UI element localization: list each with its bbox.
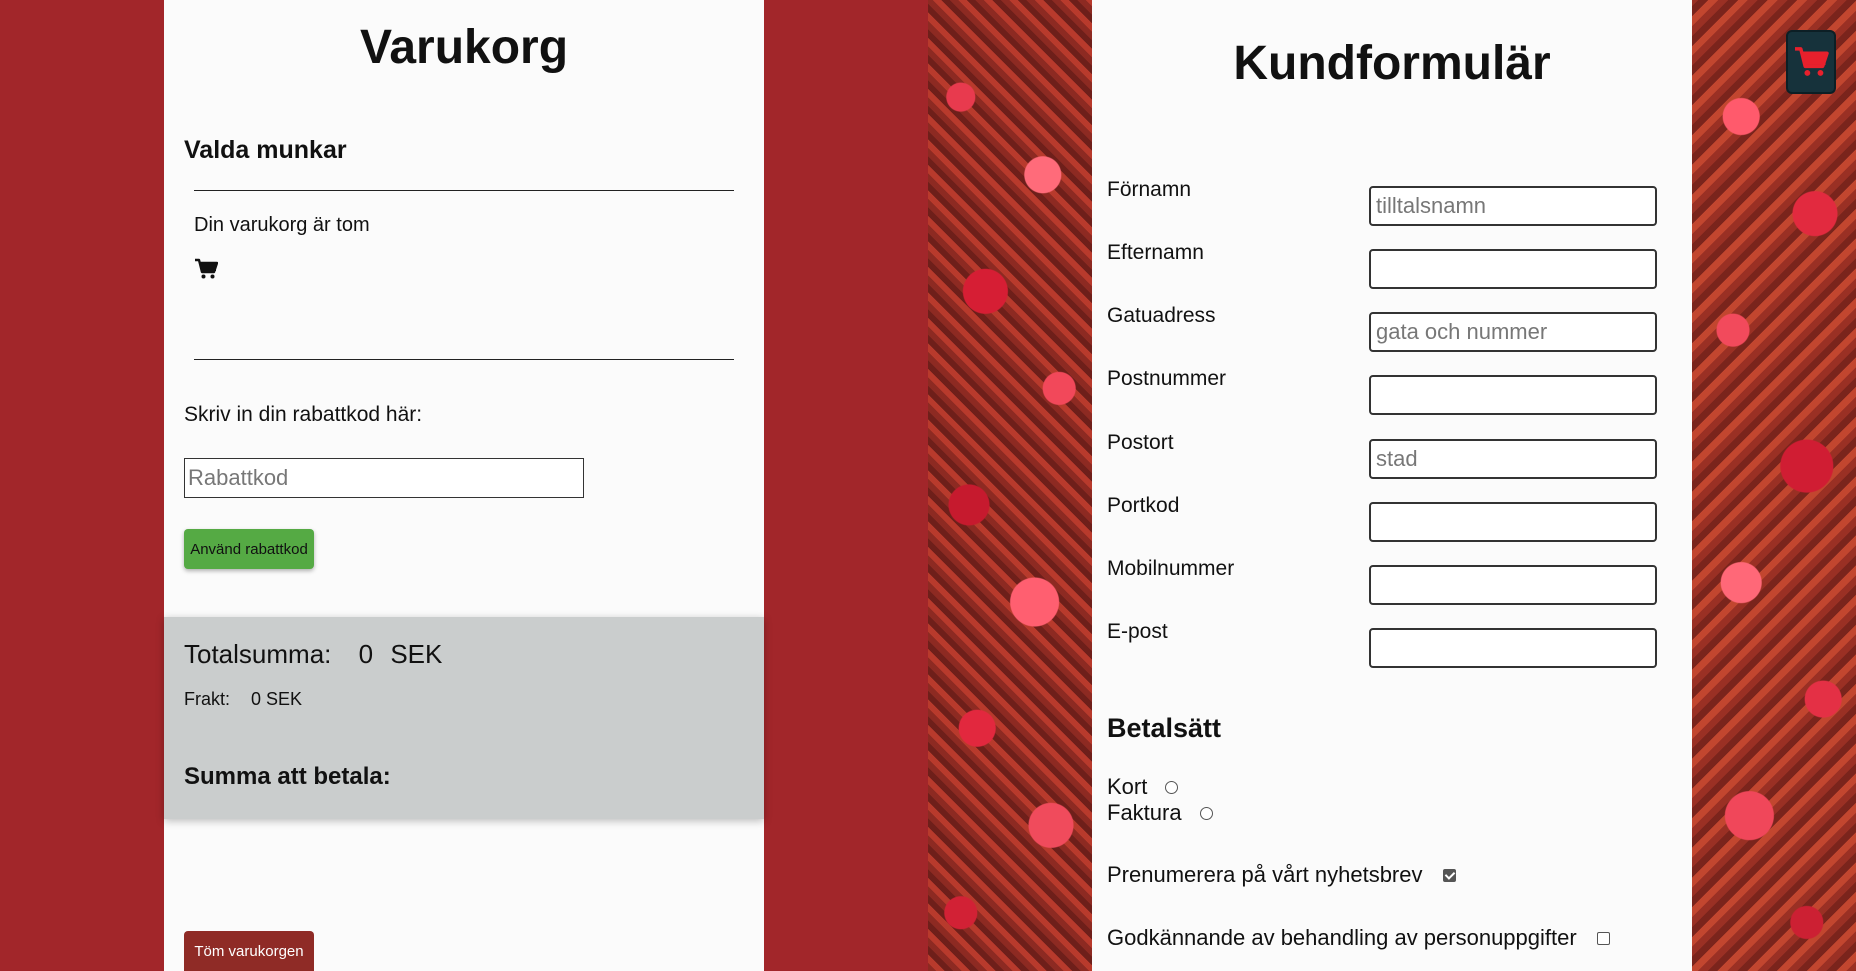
decorative-texture-left: [928, 0, 1092, 971]
door-code-input[interactable]: [1369, 502, 1657, 542]
payment-method-heading: Betalsätt: [1107, 713, 1222, 743]
postal-code-label: Postnummer: [1107, 367, 1227, 390]
city-label: Postort: [1107, 431, 1174, 454]
total-value: 0: [358, 639, 374, 669]
payment-option-invoice: Faktura: [1107, 800, 1213, 826]
freight-value: 0 SEK: [251, 689, 303, 709]
cart-empty-message: Din varukorg är tom: [194, 214, 370, 236]
consent-label: Godkännande av behandling av personuppgi…: [1107, 925, 1577, 950]
field-door-code: Portkod: [1107, 494, 1667, 542]
street-address-input[interactable]: [1369, 312, 1657, 352]
total-currency: SEK: [390, 639, 443, 669]
field-first-name: Förnamn: [1107, 178, 1667, 226]
last-name-input[interactable]: [1369, 249, 1657, 289]
apply-discount-button[interactable]: Använd rabattkod: [184, 529, 314, 569]
consent-option: Godkännande av behandling av personuppgi…: [1107, 925, 1610, 951]
payment-card-radio[interactable]: [1165, 780, 1179, 794]
form-title: Kundformulär: [1233, 37, 1551, 90]
newsletter-option: Prenumerera på vårt nyhetsbrev: [1107, 862, 1456, 888]
last-name-label: Efternamn: [1107, 241, 1204, 264]
payment-invoice-label: Faktura: [1107, 800, 1182, 825]
total-label: Totalsumma:: [184, 639, 332, 669]
email-input[interactable]: [1369, 628, 1657, 668]
customer-form-panel: Kundformulär Förnamn Efternamn Gatuadres…: [1092, 0, 1692, 971]
shopping-cart-icon: [1795, 47, 1829, 76]
first-name-label: Förnamn: [1107, 178, 1192, 201]
field-street-address: Gatuadress: [1107, 304, 1667, 352]
street-address-label: Gatuadress: [1107, 304, 1216, 327]
cart-title: Varukorg: [359, 21, 569, 74]
mobile-input[interactable]: [1369, 565, 1657, 605]
email-label: E-post: [1107, 620, 1168, 643]
payment-option-card: Kort: [1107, 774, 1179, 800]
newsletter-checkbox[interactable]: [1442, 868, 1456, 882]
door-code-label: Portkod: [1107, 494, 1180, 517]
consent-checkbox[interactable]: [1596, 931, 1610, 945]
discount-code-input[interactable]: [184, 458, 584, 498]
payment-card-label: Kort: [1107, 774, 1148, 799]
city-input[interactable]: [1369, 439, 1657, 479]
first-name-input[interactable]: [1369, 186, 1657, 226]
clear-cart-button[interactable]: Töm varukorgen: [184, 931, 314, 971]
divider: [194, 359, 734, 360]
field-last-name: Efternamn: [1107, 241, 1667, 289]
total-row: Totalsumma: 0 SEK: [184, 639, 452, 670]
freight-label: Frakt:: [184, 689, 231, 709]
payment-invoice-radio[interactable]: [1199, 806, 1213, 820]
field-city: Postort: [1107, 431, 1667, 479]
postal-code-input[interactable]: [1369, 375, 1657, 415]
field-email: E-post: [1107, 620, 1667, 668]
discount-label: Skriv in din rabattkod här:: [184, 403, 423, 426]
divider: [194, 190, 734, 191]
selected-donuts-heading: Valda munkar: [184, 136, 347, 164]
decorative-texture-right: [1692, 0, 1856, 971]
field-postal-code: Postnummer: [1107, 367, 1667, 415]
freight-row: Frakt: 0 SEK: [184, 689, 318, 710]
order-summary: Totalsumma: 0 SEK Frakt: 0 SEK Summa att…: [164, 617, 764, 819]
mobile-label: Mobilnummer: [1107, 557, 1235, 580]
cart-button[interactable]: [1786, 30, 1836, 94]
shopping-cart-icon: [195, 258, 218, 279]
amount-to-pay-label: Summa att betala:: [184, 763, 391, 790]
newsletter-label: Prenumerera på vårt nyhetsbrev: [1107, 862, 1423, 887]
field-mobile: Mobilnummer: [1107, 557, 1667, 605]
cart-panel: Varukorg Valda munkar Din varukorg är to…: [164, 0, 764, 971]
